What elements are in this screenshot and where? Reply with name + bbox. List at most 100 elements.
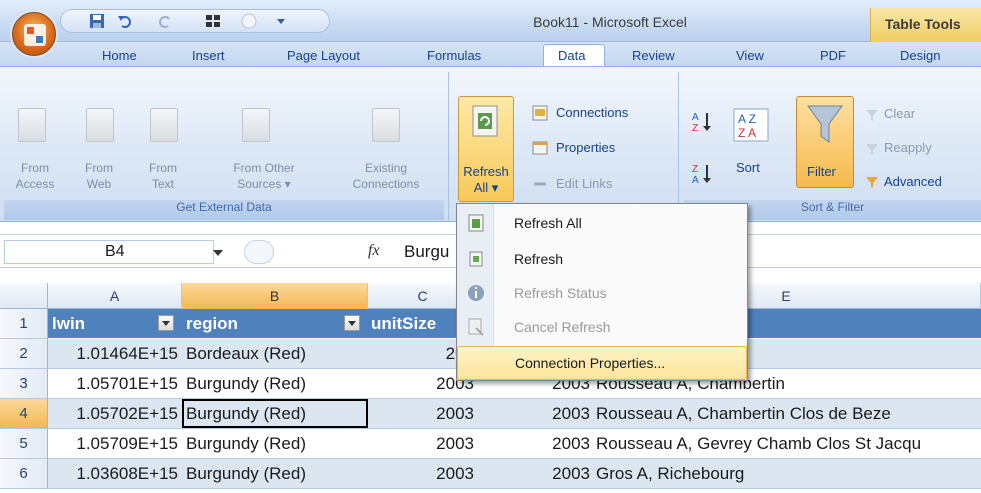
column-header-a[interactable]: A <box>48 283 182 309</box>
cell-c[interactable]: 2003 <box>368 399 474 428</box>
cell-b[interactable]: Burgundy (Red) <box>186 369 306 398</box>
selected-cell-b4[interactable]: Burgundy (Red) <box>182 399 368 428</box>
cell-c[interactable]: 2003 <box>368 429 474 458</box>
tab-review[interactable]: Review <box>632 48 675 63</box>
sort-descending-icon[interactable]: ZA <box>692 162 712 186</box>
tab-insert[interactable]: Insert <box>192 48 225 63</box>
row-header-6[interactable]: 6 <box>0 459 48 489</box>
tab-design[interactable]: Design <box>900 48 940 63</box>
cell-a[interactable]: 1.05702E+15 <box>48 399 178 428</box>
from-access-button[interactable]: From Access <box>10 160 60 192</box>
header-cell-region[interactable]: region <box>186 309 238 338</box>
sort-dialog-icon: A ZZ A <box>733 108 769 142</box>
filter-dropdown-icon[interactable] <box>158 315 174 331</box>
filter-funnel-icon <box>807 105 843 143</box>
svg-text:Z: Z <box>692 164 698 175</box>
svg-text:A: A <box>692 112 699 123</box>
table-row: 1.05709E+15 Burgundy (Red) 2003 2003 Rou… <box>48 429 981 459</box>
text-file-icon <box>150 108 178 142</box>
formula-input[interactable]: Burgu <box>404 242 449 262</box>
from-text-button[interactable]: From Text <box>140 160 186 192</box>
header-cell-lwin[interactable]: lwin <box>52 309 85 338</box>
filter-dropdown-icon[interactable] <box>344 315 360 331</box>
tab-view[interactable]: View <box>736 48 764 63</box>
cell-a[interactable]: 1.05701E+15 <box>48 369 178 398</box>
from-web-button[interactable]: From Web <box>76 160 122 192</box>
connections-icon <box>532 105 548 121</box>
cell-a[interactable]: 1.05709E+15 <box>48 429 178 458</box>
existing-connections-button[interactable]: Existing Connections <box>336 160 436 192</box>
tab-data[interactable]: Data <box>558 48 585 63</box>
cell-d[interactable]: 2003 <box>478 459 590 488</box>
from-other-line1: From Other <box>233 161 295 175</box>
from-other-line2: Sources ▾ <box>237 177 291 191</box>
row-header-1[interactable]: 1 <box>0 309 48 339</box>
cell-b[interactable]: Burgundy (Red) <box>186 459 306 488</box>
tab-page-layout[interactable]: Page Layout <box>287 48 360 63</box>
window-title: Book11 - Microsoft Excel <box>533 14 687 30</box>
cell-d[interactable]: 2003 <box>478 429 590 458</box>
table-row: 1.03608E+15 Burgundy (Red) 2003 2003 Gro… <box>48 459 981 489</box>
advanced-button[interactable]: Advanced <box>884 174 942 189</box>
edit-links-icon <box>534 182 546 186</box>
cell-e[interactable]: Gros A, Richebourg <box>596 459 744 488</box>
cell-c[interactable]: 2003 <box>368 459 474 488</box>
redo-icon[interactable] <box>157 13 173 29</box>
name-box-value: B4 <box>105 243 125 260</box>
row-header-2[interactable]: 2 <box>0 339 48 369</box>
tab-formulas[interactable]: Formulas <box>427 48 481 63</box>
column-header-b[interactable]: B <box>182 283 368 309</box>
header-cell-unitsize[interactable]: unitSize <box>371 309 436 338</box>
cell-e[interactable]: Rousseau A, Chambertin Clos de Beze <box>596 399 891 428</box>
name-box-dropdown-icon[interactable] <box>212 248 224 258</box>
cell-e[interactable]: Rousseau A, Gevrey Chamb Clos St Jacqu <box>596 429 921 458</box>
sort-button[interactable]: Sort <box>736 160 760 175</box>
menu-item-label: Refresh Status <box>514 285 607 301</box>
refresh-dropdown-menu: Refresh All Refresh Refresh Status Cance… <box>456 203 748 381</box>
cell-b[interactable]: Burgundy (Red) <box>186 429 306 458</box>
menu-item-refresh-all[interactable]: Refresh All <box>457 206 747 240</box>
row-header-5[interactable]: 5 <box>0 429 48 459</box>
clear-filter-icon <box>866 110 878 121</box>
menu-item-label: Refresh <box>514 251 564 267</box>
insert-function-button[interactable]: fx <box>368 242 380 260</box>
formula-cancel-button[interactable] <box>244 240 274 264</box>
menu-item-refresh-status[interactable]: Refresh Status <box>457 276 747 310</box>
cell-b[interactable]: Bordeaux (Red) <box>186 339 306 368</box>
qat-toggle-icon[interactable] <box>241 13 257 29</box>
row-header-4[interactable]: 4 <box>0 399 48 429</box>
properties-icon <box>532 141 548 155</box>
row-header-3[interactable]: 3 <box>0 369 48 399</box>
menu-item-connection-properties[interactable]: Connection Properties... <box>457 346 747 380</box>
sort-ascending-icon[interactable]: AZ <box>692 110 712 134</box>
cell-d[interactable]: 2003 <box>478 399 590 428</box>
select-all-corner[interactable] <box>0 283 48 309</box>
menu-item-cancel-refresh[interactable]: Cancel Refresh <box>457 310 747 344</box>
from-web-line2: Web <box>86 177 112 191</box>
menu-item-refresh[interactable]: Refresh <box>457 242 747 276</box>
edit-links-button[interactable]: Edit Links <box>556 176 612 191</box>
customize-qat-icon[interactable] <box>273 13 289 29</box>
office-button[interactable] <box>12 12 56 56</box>
form-icon[interactable] <box>205 13 221 29</box>
from-web-line1: From <box>85 161 113 175</box>
cell-a[interactable]: 1.03608E+15 <box>48 459 178 488</box>
office-logo-icon <box>24 24 46 46</box>
refresh-all-line1: Refresh <box>463 164 509 179</box>
from-other-sources-button[interactable]: From Other Sources ▾ <box>214 160 314 192</box>
table-row: 1.05702E+15 Burgundy (Red) 2003 2003 Rou… <box>48 399 981 429</box>
properties-button[interactable]: Properties <box>556 140 615 155</box>
svg-text:A Z: A Z <box>738 112 756 126</box>
connections-button[interactable]: Connections <box>556 105 628 120</box>
group-label-get-external-data: Get External Data <box>4 200 444 220</box>
reapply-button[interactable]: Reapply <box>884 140 932 155</box>
clear-button[interactable]: Clear <box>884 106 915 121</box>
cell-a[interactable]: 1.01464E+15 <box>48 339 178 368</box>
access-file-icon <box>18 108 46 142</box>
save-icon[interactable] <box>89 13 105 29</box>
refresh-all-icon <box>468 214 484 232</box>
undo-icon[interactable] <box>117 13 133 29</box>
tab-pdf[interactable]: PDF <box>820 48 846 63</box>
existing-line2: Connections <box>352 177 420 191</box>
tab-home[interactable]: Home <box>102 48 137 63</box>
